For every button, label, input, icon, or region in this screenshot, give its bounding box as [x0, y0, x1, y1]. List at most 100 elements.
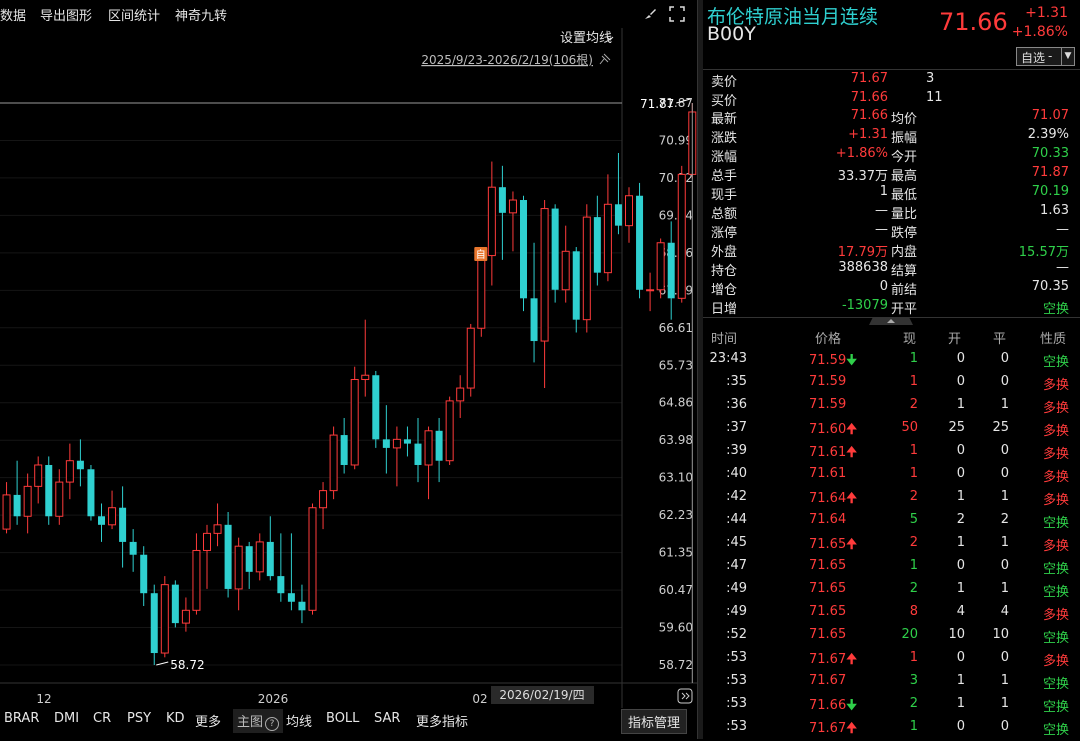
- main-chart-label: 主图?: [233, 709, 284, 733]
- indicator-ma[interactable]: 均线: [286, 711, 312, 730]
- indicator-more[interactable]: 更多指标: [416, 711, 468, 730]
- candle-body: [287, 593, 295, 602]
- candle-body: [340, 435, 348, 465]
- tick-row[interactable]: :47 71.65 1 0 0 空换: [703, 557, 1080, 580]
- tab-more[interactable]: 更多: [195, 711, 221, 730]
- stat-value: 0: [879, 279, 888, 294]
- range-label[interactable]: 2025/9/23-2026/2/19(106根): [421, 53, 593, 67]
- tick-nature: 空换: [1042, 677, 1069, 692]
- tick-close: 10: [992, 627, 1009, 642]
- tick-row[interactable]: :53 71.67🠉 1 0 0 多换: [703, 649, 1080, 672]
- tick-volume: 5: [909, 512, 918, 527]
- tick-time: 23:43: [709, 351, 747, 366]
- tick-row[interactable]: :53 71.67🠉 1 0 0 空换: [703, 718, 1080, 741]
- tick-price: 71.67🠉: [809, 719, 857, 741]
- tick-row[interactable]: :53 71.67 3 1 1 空换: [703, 672, 1080, 695]
- stat-row: 外盘 17.79万 内盘 15.57万: [703, 240, 1080, 260]
- instrument-code: B00Y: [707, 23, 756, 45]
- tab-psy[interactable]: PSY: [127, 711, 151, 726]
- tick-nature: 多换: [1042, 654, 1069, 669]
- tick-open: 1: [956, 696, 965, 711]
- y-tick-label: 60.47: [659, 583, 693, 597]
- tick-open: 0: [956, 650, 965, 665]
- tick-row[interactable]: :37 71.60🠉 50 25 25 多换: [703, 419, 1080, 442]
- tick-row[interactable]: :44 71.64 5 2 2 空换: [703, 511, 1080, 534]
- tick-open: 0: [956, 351, 965, 366]
- tick-time: :53: [726, 673, 747, 688]
- candlestick-chart[interactable]: 71.8770.9970.1269.2468.3667.4966.6165.73…: [0, 28, 697, 738]
- chevron-down-icon[interactable]: ▼: [1061, 48, 1074, 65]
- tick-row[interactable]: :39 71.61🠉 1 0 0 多换: [703, 442, 1080, 465]
- pin-icon[interactable]: [599, 53, 611, 65]
- tick-volume: 2: [909, 535, 918, 550]
- tab-kd[interactable]: KD: [166, 711, 185, 726]
- candle-body: [203, 532, 211, 551]
- tick-nature: 多换: [1042, 493, 1069, 508]
- arrow-up-icon: 🠉: [846, 721, 857, 736]
- menu-range-stats[interactable]: 区间统计: [108, 5, 160, 24]
- menu-data[interactable]: 数据: [0, 5, 26, 24]
- tick-row[interactable]: :53 71.66🠋 2 1 1 空换: [703, 695, 1080, 718]
- brush-icon[interactable]: [643, 7, 657, 21]
- quote-panel: 布伦特原油当月连续 B00Y 71.66 +1.31 +1.86% 自选 - ▼…: [703, 0, 1080, 739]
- watchlist-select[interactable]: 自选 - ▼: [1016, 47, 1075, 66]
- menu-magic-nine[interactable]: 神奇九转: [175, 5, 227, 24]
- tick-price: 71.67: [809, 673, 846, 688]
- indicator-manage-button[interactable]: 指标管理: [621, 709, 688, 734]
- chart-toolbar: 数据 导出图形 区间统计 神奇九转: [0, 0, 697, 28]
- help-icon[interactable]: ?: [265, 717, 280, 731]
- candle-body: [625, 195, 633, 227]
- header-open: 开: [948, 332, 962, 347]
- tick-open: 1: [956, 673, 965, 688]
- stat-value: —: [875, 203, 888, 218]
- tick-row[interactable]: :35 71.59 1 0 0 多换: [703, 373, 1080, 396]
- tick-volume: 3: [909, 673, 918, 688]
- tick-price-value: 71.67: [809, 721, 847, 736]
- ask-price: 71.67: [850, 71, 888, 86]
- indicator-sar[interactable]: SAR: [374, 711, 400, 726]
- indicator-boll[interactable]: BOLL: [326, 711, 359, 726]
- tick-price-value: 71.61: [809, 445, 847, 460]
- candle-body: [572, 251, 580, 320]
- tick-row[interactable]: :45 71.65🠉 2 1 1 多换: [703, 534, 1080, 557]
- tick-price: 71.60🠉: [809, 420, 857, 442]
- ma-setting-button[interactable]: 设置均线: [560, 31, 612, 46]
- stat-label: 持仓: [711, 264, 738, 279]
- menu-export-chart[interactable]: 导出图形: [40, 5, 92, 24]
- tab-cr[interactable]: CR: [93, 711, 111, 726]
- candle-body: [329, 434, 338, 492]
- candle-body: [636, 195, 644, 290]
- header-close: 平: [993, 332, 1007, 347]
- tick-time: :53: [726, 719, 747, 734]
- stat-value: 17.79万: [837, 245, 888, 260]
- y-tick-label: 62.23: [659, 508, 693, 522]
- tab-dmi[interactable]: DMI: [54, 711, 79, 726]
- tab-brar[interactable]: BRAR: [4, 711, 39, 726]
- tick-close: 0: [1000, 466, 1009, 481]
- tick-row[interactable]: :42 71.64🠉 2 1 1 多换: [703, 488, 1080, 511]
- tick-row[interactable]: :36 71.59 2 1 1 多换: [703, 396, 1080, 419]
- header-volume: 现: [903, 332, 917, 347]
- tick-row[interactable]: :52 71.65 20 10 10 空换: [703, 626, 1080, 649]
- tick-row[interactable]: 23:43 71.59🠋 1 0 0 空换: [703, 350, 1080, 373]
- tick-volume: 50: [901, 420, 918, 435]
- tick-price: 71.67🠉: [809, 650, 857, 672]
- tick-row[interactable]: :40 71.61 1 0 0 多换: [703, 465, 1080, 488]
- candle-body: [224, 524, 232, 589]
- tick-row[interactable]: :49 71.65 2 1 1 空换: [703, 580, 1080, 603]
- indicator-bar: BRAR DMI CR PSY KD 更多 主图? 均线 BOLL SAR 更多…: [0, 707, 697, 735]
- stat-row: 增仓 0 前结 70.35: [703, 278, 1080, 298]
- candle-body: [667, 242, 675, 299]
- stat-label: 今开: [891, 150, 918, 165]
- tick-close: 0: [1000, 351, 1009, 366]
- tick-row[interactable]: :49 71.65 8 4 4 多换: [703, 603, 1080, 626]
- arrow-up-icon: 🠉: [846, 537, 857, 552]
- fullscreen-icon[interactable]: [669, 6, 685, 22]
- tick-price: 71.65: [809, 627, 846, 642]
- tick-close: 0: [1000, 719, 1009, 734]
- tick-close: 2: [1000, 512, 1009, 527]
- arrow-up-icon: 🠉: [846, 491, 857, 506]
- collapse-handle-icon[interactable]: [869, 317, 913, 325]
- x-tick-label: 12: [36, 692, 51, 706]
- tick-time: :53: [726, 650, 747, 665]
